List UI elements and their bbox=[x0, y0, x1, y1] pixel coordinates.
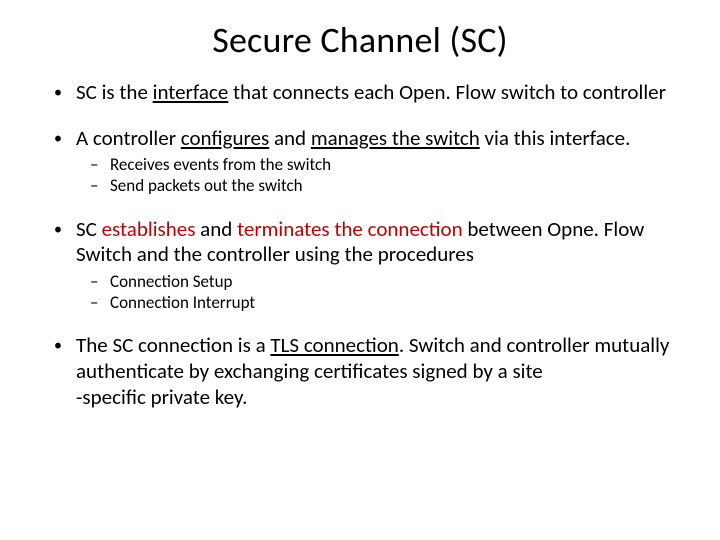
bullet-3: SC establishes and terminates the connec… bbox=[42, 217, 678, 314]
sub-item: Connection Interrupt bbox=[76, 293, 678, 314]
sub-item: Receives events from the switch bbox=[76, 155, 678, 176]
slide-title: Secure Channel (SC) bbox=[42, 18, 678, 62]
sub-list: Connection Setup Connection Interrupt bbox=[76, 272, 678, 313]
sub-item: Send packets out the switch bbox=[76, 176, 678, 197]
text-segment: and bbox=[269, 125, 311, 151]
text-segment: and bbox=[195, 216, 237, 242]
red-word: the connection bbox=[334, 216, 462, 242]
text-segment: that connects each Open. Flow switch to … bbox=[228, 79, 666, 105]
bullet-2: A controller configures and manages the … bbox=[42, 126, 678, 197]
bullet-4: The SC connection is a TLS connection. S… bbox=[42, 333, 678, 410]
sub-item: Connection Setup bbox=[76, 272, 678, 293]
underlined-word: TLS connection bbox=[270, 332, 398, 358]
text-segment: SC bbox=[76, 216, 102, 242]
bullet-1: SC is the interface that connects each O… bbox=[42, 80, 678, 106]
text-segment: -specific private key. bbox=[76, 384, 247, 410]
red-word: establishes bbox=[102, 216, 196, 242]
underlined-word: interface bbox=[153, 79, 229, 105]
bullet-list: SC is the interface that connects each O… bbox=[42, 80, 678, 410]
text-segment: A controller bbox=[76, 125, 181, 151]
sub-list: Receives events from the switch Send pac… bbox=[76, 155, 678, 196]
text-segment: The SC connection is a bbox=[76, 332, 270, 358]
text-segment: SC is the bbox=[76, 79, 153, 105]
text-segment: via this interface. bbox=[480, 125, 631, 151]
red-word: terminates bbox=[237, 216, 330, 242]
underlined-word: manages the switch bbox=[311, 125, 480, 151]
underlined-word: configures bbox=[181, 125, 269, 151]
